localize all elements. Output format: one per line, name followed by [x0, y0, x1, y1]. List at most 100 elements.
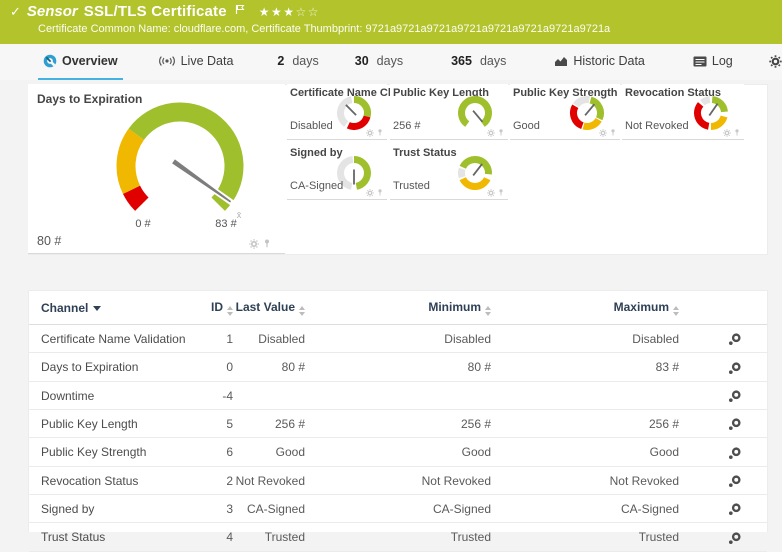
pin-icon[interactable] [497, 188, 505, 197]
column-header-maximum[interactable]: Maximum [493, 291, 681, 325]
column-label: ID [211, 300, 223, 314]
sort-toggle-icon [299, 306, 305, 316]
table-row[interactable]: Days to Expiration 0 80 # 80 # 83 # [29, 352, 767, 382]
table-row[interactable]: Trust Status 4 Trusted Trusted Trusted [29, 522, 767, 552]
sort-toggle-icon [673, 306, 679, 316]
sensor-header: ✓ Sensor SSL/TLS Certificate ★★★☆☆ Certi… [0, 0, 782, 44]
column-header-channel[interactable]: Channel [29, 291, 205, 325]
channel-id: 0 [205, 352, 235, 382]
gauge-value: Good [513, 120, 540, 132]
edit-channel-icon[interactable] [727, 362, 741, 375]
tab-historic-data[interactable]: Historic Data [549, 44, 650, 80]
table-row[interactable]: Downtime -4 [29, 381, 767, 410]
channel-name[interactable]: Public Key Strength [29, 437, 205, 467]
tab-settings[interactable]: Settings [764, 44, 782, 80]
star-empty-icons[interactable]: ☆☆ [296, 5, 321, 19]
column-header-actions [681, 291, 767, 325]
edit-channel-icon[interactable] [727, 503, 741, 517]
channel-name[interactable]: Trust Status [29, 522, 205, 552]
channel-last-value: Trusted [235, 522, 307, 552]
channel-maximum: Not Revoked [493, 466, 681, 495]
column-label: Last Value [235, 300, 295, 314]
channel-last-value: 256 # [235, 409, 307, 439]
edit-channel-icon[interactable] [727, 390, 741, 404]
channel-maximum [493, 381, 681, 410]
channel-id: 2 [205, 466, 235, 495]
pin-icon[interactable] [497, 128, 505, 137]
gauge-avg-marker: x̄ [237, 210, 242, 220]
channel-id: 1 [205, 324, 235, 354]
channel-minimum [307, 381, 493, 410]
pin-icon[interactable] [376, 128, 384, 137]
channel-name[interactable]: Downtime [29, 381, 205, 410]
priority-stars[interactable]: ★★★☆☆ [259, 3, 320, 21]
channel-last-value: CA-Signed [235, 494, 307, 524]
gear-icon[interactable] [487, 128, 495, 137]
edit-channel-icon[interactable] [727, 418, 741, 432]
gear-icon[interactable] [487, 188, 495, 197]
edit-channel-icon[interactable] [727, 475, 741, 489]
tab-365-days[interactable]: 365 days [446, 44, 511, 80]
tab-label: Log [711, 54, 733, 68]
sort-toggle-icon [485, 306, 491, 316]
channel-maximum: 256 # [493, 409, 681, 439]
pin-icon[interactable] [376, 188, 384, 197]
gear-icon[interactable] [249, 238, 259, 249]
channel-last-value: Good [235, 437, 307, 467]
pin-icon[interactable] [609, 128, 617, 137]
tab-label: days [376, 54, 404, 68]
tab-log[interactable]: Log [688, 44, 738, 80]
gear-icon [768, 54, 782, 68]
column-header-id[interactable]: ID [205, 291, 235, 325]
tab-2-days[interactable]: 2 days [272, 44, 323, 80]
public-key-length-gauge [458, 96, 492, 127]
tab-30-days[interactable]: 30 days [350, 44, 408, 80]
tab-overview[interactable]: Overview [38, 44, 123, 80]
tab-live-data[interactable]: Live Data [153, 44, 239, 80]
gauge-tile-trust-status: Trust Status Trusted [390, 144, 508, 200]
edit-channel-icon[interactable] [727, 447, 741, 460]
channel-id: -4 [205, 381, 235, 410]
tab-label: Live Data [180, 54, 234, 68]
tab-label: Historic Data [573, 54, 645, 68]
gauge-min-label: 0 # [135, 218, 151, 230]
table-row[interactable]: Certificate Name Validation 1 Disabled D… [29, 324, 767, 354]
live-signal-icon [158, 56, 175, 66]
days-to-expiration-gauge: x̄ 0 # 83 # [116, 102, 244, 230]
gauge-icon [43, 54, 57, 68]
channel-last-value: Disabled [235, 324, 307, 354]
channel-maximum: Trusted [493, 522, 681, 552]
gear-icon[interactable] [723, 128, 731, 137]
gear-icon[interactable] [366, 128, 374, 137]
gear-icon[interactable] [599, 128, 607, 137]
channel-name[interactable]: Days to Expiration [29, 352, 205, 382]
channel-name[interactable]: Signed by [29, 494, 205, 524]
pin-icon[interactable] [262, 238, 272, 249]
tab-label: days [479, 54, 507, 68]
channel-name[interactable]: Revocation Status [29, 466, 205, 495]
channel-id: 5 [205, 409, 235, 439]
tab-label: days [292, 54, 319, 68]
channel-minimum: Trusted [307, 522, 493, 552]
star-filled-icons[interactable]: ★★★ [259, 5, 296, 19]
column-header-minimum[interactable]: Minimum [307, 291, 493, 325]
gauge-tile-signed-by: Signed by CA-Signed [287, 144, 387, 200]
edit-channel-icon[interactable] [727, 532, 741, 545]
status-check-icon: ✓ [10, 4, 21, 19]
public-key-strength-gauge [570, 96, 604, 130]
column-label: Minimum [428, 300, 481, 314]
channel-minimum: Good [307, 437, 493, 467]
table-row[interactable]: Public Key Strength 6 Good Good Good [29, 437, 767, 467]
channel-name[interactable]: Public Key Length [29, 409, 205, 439]
channel-minimum: Disabled [307, 324, 493, 354]
table-row[interactable]: Public Key Length 5 256 # 256 # 256 # [29, 409, 767, 439]
priority-flag-icon[interactable] [235, 4, 245, 20]
pin-icon[interactable] [733, 128, 741, 137]
tab-number: 365 [451, 54, 472, 68]
column-header-last-value[interactable]: Last Value [235, 291, 307, 325]
table-row[interactable]: Signed by 3 CA-Signed CA-Signed CA-Signe… [29, 494, 767, 524]
table-row[interactable]: Revocation Status 2 Not Revoked Not Revo… [29, 466, 767, 495]
channel-name[interactable]: Certificate Name Validation [29, 324, 205, 354]
gear-icon[interactable] [366, 188, 374, 197]
edit-channel-icon[interactable] [727, 333, 741, 347]
